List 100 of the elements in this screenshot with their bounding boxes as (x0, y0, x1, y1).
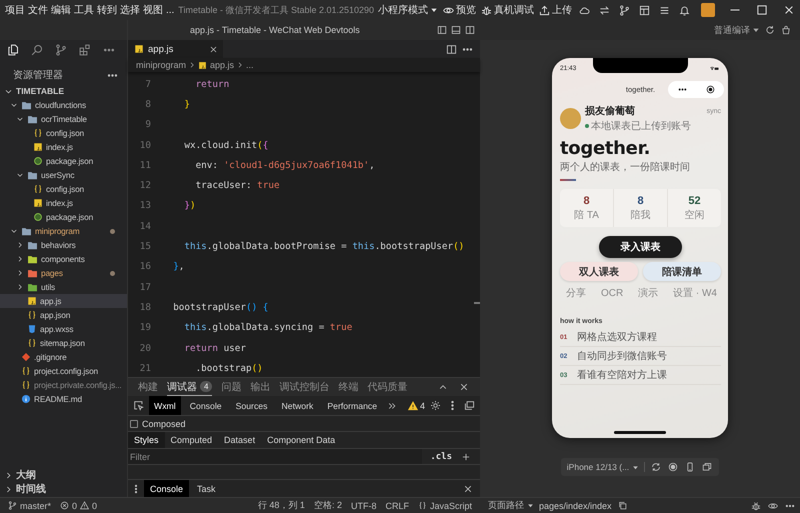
dock-icon[interactable] (464, 400, 475, 411)
menu-item[interactable]: 编辑 (51, 3, 71, 17)
devtools-tab[interactable]: Wxml (149, 396, 181, 415)
bug-icon[interactable] (751, 500, 761, 510)
folder-item[interactable]: miniprogram (0, 224, 127, 238)
status-item[interactable]: CRLF (385, 500, 409, 510)
menu-item[interactable]: ... (166, 3, 174, 17)
panel-tab[interactable]: 构建 (138, 378, 158, 396)
file-item[interactable]: index.js (0, 196, 127, 210)
styles-tab[interactable]: Computed (164, 432, 218, 448)
status-item[interactable]: 空格: 2 (314, 499, 342, 512)
devtools-tab[interactable]: Sources (230, 396, 272, 415)
menu-item[interactable]: 项目 (5, 3, 25, 17)
menu-icon[interactable] (659, 4, 670, 16)
panel-tab[interactable]: 问题 (221, 378, 242, 396)
branch-icon[interactable] (55, 44, 67, 56)
file-item[interactable]: index.js (0, 140, 127, 154)
devtools-tab[interactable]: Console (184, 396, 227, 415)
scrollbar-thumb[interactable] (474, 302, 480, 304)
language-status[interactable]: JavaScript (418, 500, 472, 510)
composed-checkbox[interactable]: Composed (130, 418, 186, 428)
panel-layout-icon[interactable] (451, 25, 461, 35)
menu-item[interactable]: 选择 (120, 3, 140, 17)
devtools-tab[interactable]: Performance (322, 396, 382, 415)
compile-mode-dropdown[interactable]: 普通编译 (714, 24, 760, 36)
folder-item[interactable]: behaviors (0, 238, 127, 252)
folder-item[interactable]: ocrTimetable (0, 112, 127, 126)
split-editor-icon[interactable] (446, 44, 457, 54)
cls-button[interactable]: .cls (426, 452, 456, 462)
warnings-button[interactable]: 4 (408, 400, 425, 410)
secondary-button[interactable]: 双人课表 (560, 262, 638, 281)
capsule-menu[interactable] (668, 80, 724, 98)
bell-icon[interactable] (679, 4, 690, 16)
close-icon[interactable] (209, 44, 218, 54)
close-icon[interactable] (459, 382, 469, 392)
add-icon[interactable] (461, 452, 471, 462)
cloud-icon[interactable] (579, 4, 590, 16)
close-icon[interactable] (463, 484, 473, 494)
styles-tab[interactable]: Component Data (261, 432, 342, 448)
windows-icon[interactable] (702, 462, 712, 472)
page-path-dropdown[interactable]: 页面路径 (488, 499, 534, 512)
more-tabs-icon[interactable] (387, 400, 398, 410)
sidebar-layout-icon[interactable] (437, 25, 447, 35)
styles-tab[interactable]: Dataset (218, 432, 262, 448)
styles-tab[interactable]: Styles (128, 432, 165, 448)
breadcrumb-item[interactable]: miniprogram (136, 60, 186, 70)
mode-dropdown[interactable]: 小程序模式 (378, 3, 438, 17)
breadcrumb-item[interactable]: ... (246, 60, 254, 70)
split-layout-icon[interactable] (465, 25, 475, 35)
inspect-icon[interactable] (133, 400, 144, 411)
preview-icon[interactable] (768, 500, 778, 510)
rotate-icon[interactable] (651, 462, 662, 472)
file-item[interactable]: config.json (0, 182, 127, 196)
drawer-tab[interactable]: Console (144, 480, 190, 497)
file-item[interactable]: sitemap.json (0, 336, 127, 350)
panel-tab[interactable]: 终端 (338, 378, 358, 396)
file-item[interactable]: project.private.config.js... (0, 378, 127, 392)
project-root[interactable]: TIMETABLE (0, 84, 127, 98)
menu-item[interactable]: 转到 (97, 3, 117, 17)
maximize-button[interactable] (756, 4, 768, 16)
layout-icon[interactable] (639, 4, 650, 16)
remote-debug-button[interactable]: 真机调试 (481, 3, 534, 17)
status-item[interactable]: 行 48，列 1 (258, 499, 305, 512)
menu-item[interactable]: 视图 (143, 3, 163, 17)
record-icon[interactable] (668, 462, 678, 472)
settings-icon[interactable] (430, 400, 441, 411)
menu-item[interactable]: 工具 (74, 3, 94, 17)
device-dropdown[interactable]: iPhone 12/13 (... (566, 462, 646, 472)
phone-icon[interactable] (685, 462, 696, 472)
folder-item[interactable]: cloudfunctions (0, 98, 127, 112)
devtools-tab[interactable]: Network (276, 396, 318, 415)
editor-tab[interactable]: app.js (128, 40, 223, 58)
breadcrumb-item[interactable]: app.js (198, 60, 234, 70)
panel-tab[interactable]: 输出 (250, 378, 270, 396)
close-button[interactable] (783, 4, 795, 16)
folder-item[interactable]: utils (0, 280, 127, 294)
file-item[interactable]: .gitignore (0, 350, 127, 364)
panel-tab[interactable]: 调试控制台 (279, 378, 330, 396)
problems-status[interactable]: 0 0 (60, 500, 98, 510)
search-icon[interactable] (31, 44, 43, 56)
folder-item[interactable]: userSync (0, 168, 127, 182)
refresh-icon[interactable] (765, 25, 775, 35)
files-icon[interactable] (7, 44, 19, 56)
drawer-tab[interactable]: Task (191, 480, 222, 497)
panel-header[interactable]: 大纲 (0, 468, 127, 482)
file-item[interactable]: app.js (0, 294, 127, 308)
primary-button[interactable]: 录入课表 (599, 236, 682, 258)
preview-button[interactable]: 预览 (443, 3, 476, 17)
copy-icon[interactable] (618, 501, 627, 510)
menu-item[interactable]: 文件 (28, 3, 48, 17)
file-item[interactable]: project.config.json (0, 364, 127, 378)
status-item[interactable]: UTF-8 (350, 500, 376, 510)
panel-header[interactable]: 时间线 (0, 482, 127, 496)
filter-field[interactable]: Filter (128, 449, 422, 464)
upload-button[interactable]: 上传 (539, 3, 572, 17)
file-item[interactable]: app.wxss (0, 322, 127, 336)
branch-status[interactable]: master* (8, 500, 52, 510)
branch-icon[interactable] (619, 4, 630, 16)
panel-tab[interactable]: 代码质量 (367, 378, 408, 396)
folder-item[interactable]: components (0, 252, 127, 266)
